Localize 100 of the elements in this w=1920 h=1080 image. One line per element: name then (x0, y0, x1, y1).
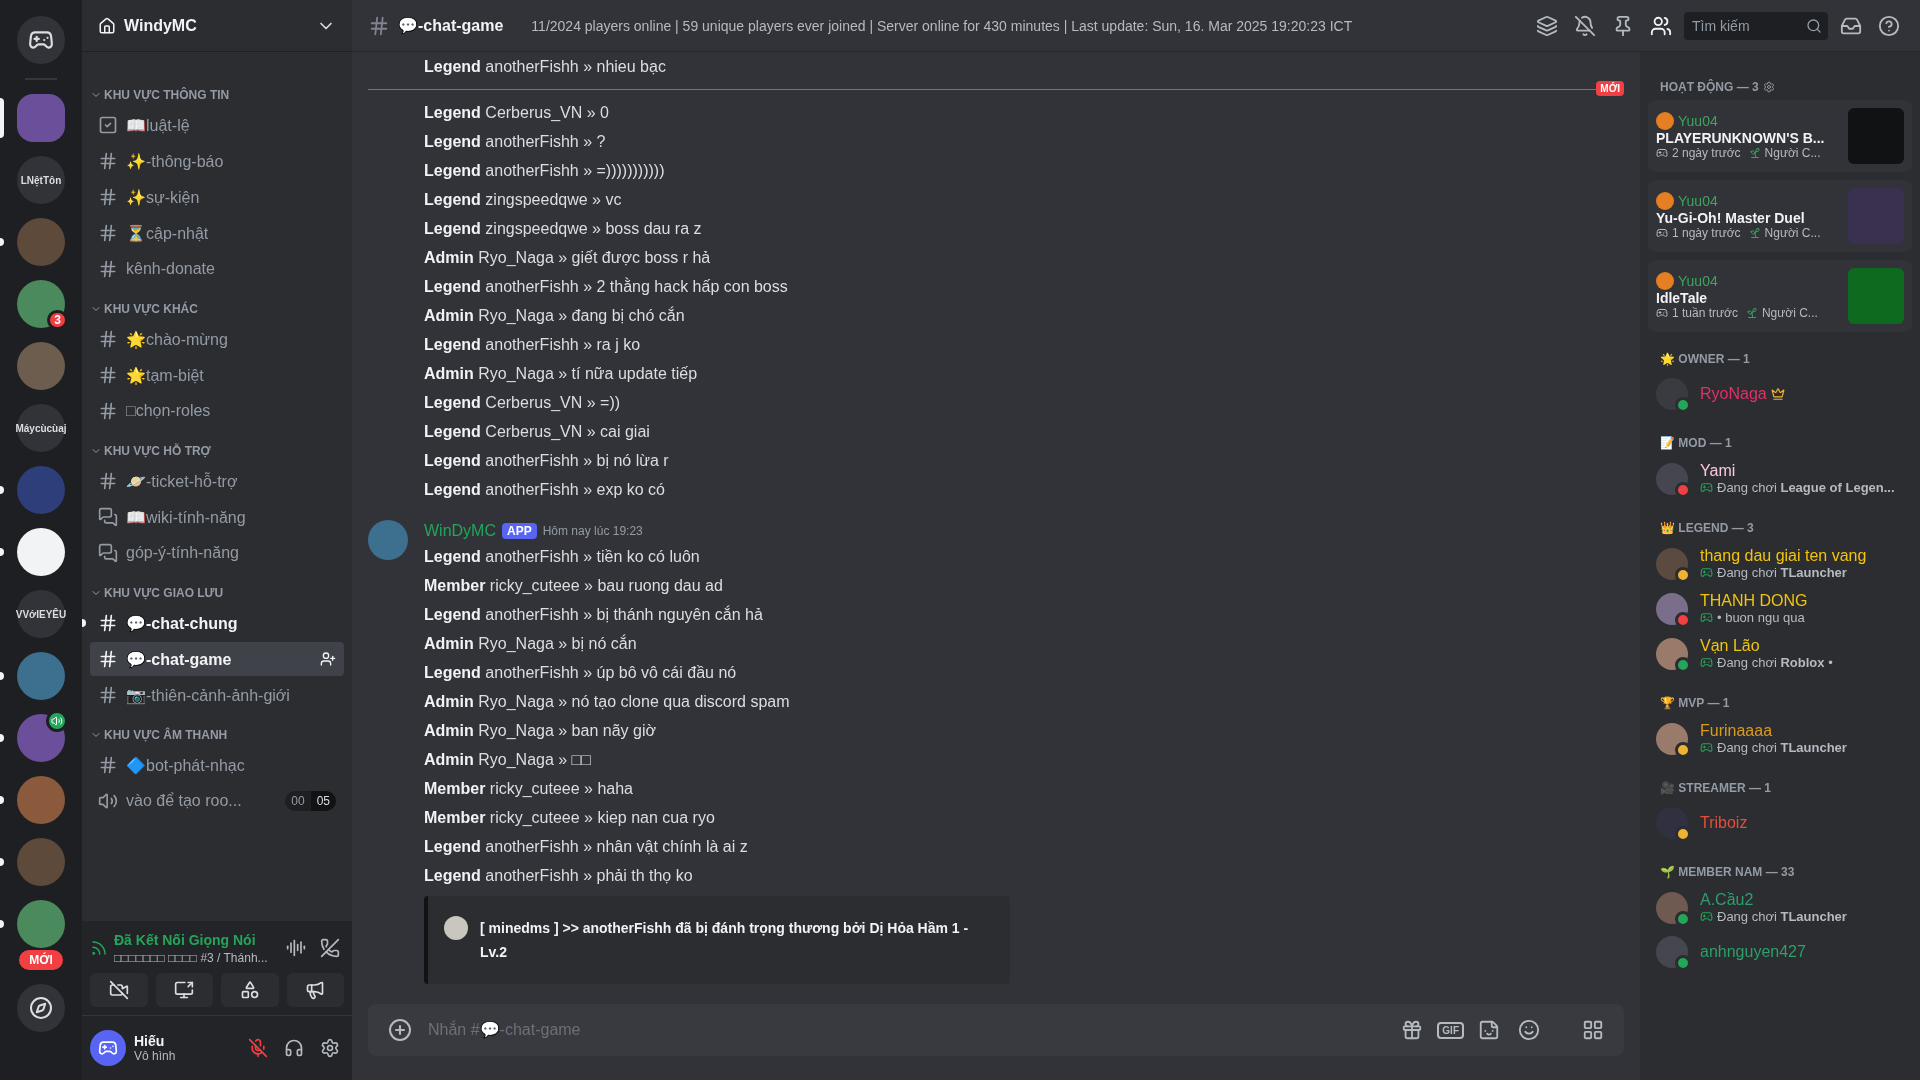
member-name[interactable]: thang dau giai ten vang (1700, 547, 1867, 565)
message-input[interactable]: Nhắn #💬-chat-game (426, 1020, 1388, 1040)
channel-topic[interactable]: 11/2024 players online | 59 unique players ever joined | Server online for 430 minutes | Last update: Sun, 16. Mar 2025 19:20:23 ICT (531, 17, 1524, 34)
screen-share-button[interactable] (155, 973, 213, 1007)
activities-button[interactable] (221, 973, 279, 1007)
category-name: KHU VỰC GIAO LƯU (104, 586, 224, 600)
channel-item[interactable]: 🌟chào-mừng (90, 322, 344, 356)
category-header[interactable]: KHU VỰC ÂM THANH (90, 728, 228, 746)
server-image-icon[interactable] (17, 528, 65, 576)
member-avatar[interactable] (1656, 891, 1688, 924)
message-line: Admin Ryo_Naga » giết được boss r hả (423, 248, 712, 268)
channel-name: 🌟chào-mừng (126, 329, 229, 349)
channel-item[interactable]: ✨-thông-báo (90, 144, 344, 178)
settings-icon[interactable] (1762, 81, 1775, 93)
controller-icon (1700, 481, 1713, 494)
member-name[interactable]: Triboiz (1700, 814, 1748, 832)
category-header[interactable]: KHU VỰC GIAO LƯU (90, 586, 224, 604)
category-header[interactable]: KHU VỰC THÔNG TIN (90, 88, 230, 106)
channel-item[interactable]: 📖luật-lệ (90, 108, 344, 142)
channel-name: 📖luật-lệ (126, 115, 191, 135)
activity-section-title: HOẠT ĐỘNG — 3 (1660, 80, 1759, 94)
member-name[interactable]: Vạn Lão (1700, 637, 1760, 655)
member-name[interactable]: A.Cầu2 (1700, 891, 1754, 909)
category-header[interactable]: KHU VỰC HỖ TRỢ (90, 444, 211, 462)
message-field[interactable]: Nhắn #💬-chat-game GIF (368, 1004, 1624, 1056)
member-name[interactable]: THANH DONG (1700, 592, 1808, 610)
channel-item[interactable]: ✨sự-kiện (90, 180, 344, 214)
message-line: Legend zingspeedqwe » boss dau ra z (423, 219, 703, 239)
server-name-icon[interactable]: Máycùcùaj (17, 404, 65, 452)
channel-item[interactable]: 🔷bot-phát-nhạc (90, 748, 344, 782)
member-avatar[interactable] (1656, 378, 1688, 410)
smile-icon (1518, 1019, 1540, 1041)
channel-item[interactable]: 📖wiki-tính-năng (90, 500, 344, 534)
speaker-icon (98, 791, 118, 811)
message-line: Admin Ryo_Naga » đang bị chó cắn (423, 305, 686, 326)
member-activity: • buon ngu qua (1717, 610, 1805, 625)
activity-card[interactable]: Yuu04 IdleTale 1 tuần trước Người C... (1648, 260, 1912, 332)
explore-button[interactable] (17, 984, 65, 1032)
voice-status: Đã Kết Nối Giọng Nói (114, 932, 256, 948)
category-name: KHU VỰC ÂM THANH (104, 728, 228, 742)
controller-logo-icon (98, 1038, 118, 1058)
activity-card[interactable]: Yuu04 PLAYERUNKNOWN'S B... 2 ngày trước Người C... (1648, 100, 1912, 172)
member-name[interactable]: Furinaaaa (1700, 722, 1773, 740)
gif-button[interactable]: GIF (1437, 1021, 1464, 1039)
channel-item[interactable]: vào để tạo roo... 00 05 (90, 784, 344, 818)
channel-item[interactable]: 💬-chat-game (90, 642, 344, 676)
hash-icon (98, 223, 118, 243)
channel-item[interactable]: ⏳cập-nhật (90, 216, 344, 250)
channel-name: vào để tạo roo... (126, 792, 243, 810)
soundboard-button[interactable] (286, 973, 344, 1007)
user-name: Hiếu (134, 1033, 166, 1049)
message-line: Legend anotherFishh » nhân vật chính là ai z (424, 837, 749, 857)
member-avatar[interactable] (1656, 547, 1688, 580)
member-avatar[interactable] (1656, 936, 1688, 968)
message-line: Legend anotherFishh » bị thánh nguyên cắn hả (424, 604, 764, 625)
gift-icon (1401, 1019, 1424, 1041)
sprout-icon (1745, 307, 1758, 319)
member-activity: Đang chơi TLauncher (1717, 909, 1847, 924)
user-avatar[interactable] (90, 1030, 126, 1066)
category-header[interactable]: KHU VỰC KHÁC (90, 302, 198, 320)
member-avatar[interactable] (1656, 592, 1688, 625)
channel-item[interactable]: 💬-chat-chung (90, 606, 344, 640)
channel-title: 💬-chat-game (398, 16, 504, 35)
author-name[interactable]: WinDyMC (424, 522, 496, 540)
message-line: Admin Ryo_Naga » nó tạo clone qua discord spam (424, 692, 791, 712)
camera-off-button[interactable] (90, 973, 148, 1007)
search-input[interactable]: Tìm kiếm (1690, 16, 1806, 35)
channel-item[interactable]: 🪐-ticket-hỗ-trợ (90, 464, 344, 498)
hash-icon (98, 151, 118, 171)
search-field[interactable]: Tìm kiếm (1684, 11, 1828, 40)
home-button[interactable] (17, 16, 65, 64)
server-name-icon[interactable]: LNệtTôn (17, 156, 65, 204)
category-name: KHU VỰC HỖ TRỢ (104, 444, 211, 458)
member-avatar[interactable] (1656, 462, 1688, 495)
add-member-icon[interactable] (320, 651, 336, 667)
signal-icon (90, 939, 108, 957)
controller-icon (1700, 611, 1713, 624)
member-name[interactable]: Yami (1700, 462, 1736, 480)
channel-item[interactable]: góp-ý-tính-năng (90, 536, 344, 570)
channel-item[interactable]: □chọn-roles (90, 394, 344, 428)
member-name[interactable]: RyoNaga (1700, 385, 1767, 403)
member-name[interactable]: anhnguyen427 (1700, 943, 1806, 961)
channel-item[interactable]: 🌟tạm-biệt (90, 358, 344, 392)
message-line: Admin Ryo_Naga » ban nãy giờ (424, 721, 657, 741)
server-title[interactable]: WindyMC (124, 16, 308, 35)
activity-card[interactable]: Yuu04 Yu-Gi-Oh! Master Duel 1 ngày trước Người C... (1648, 180, 1912, 252)
activity-time: 1 tuần trước (1672, 306, 1738, 320)
embed-text: [ minedms ] >> anotherFishh đã bị đánh trọng thương bởi Dị Hỏa Hầm 1 - Lv.2 (480, 919, 970, 962)
voice-channel-link[interactable]: □□□□□□□ □□□□ #3 / Thánh... (114, 951, 276, 965)
channel-item[interactable]: kênh-donate (90, 252, 344, 286)
compass-icon (29, 996, 53, 1020)
member-avatar[interactable] (1656, 807, 1688, 839)
game-title: PLAYERUNKNOWN'S B... (1656, 130, 1826, 146)
member-avatar[interactable] (1656, 722, 1688, 755)
hash-icon (98, 187, 118, 207)
channel-item[interactable]: 📷-thiên-cảnh-ảnh-giới (90, 678, 344, 712)
voice-user-counter: 00 05 (285, 791, 336, 811)
member-avatar[interactable] (1656, 637, 1688, 670)
game-title: Yu-Gi-Oh! Master Duel (1656, 210, 1806, 226)
server-name-icon[interactable]: VVớIEYÊU (17, 590, 65, 638)
